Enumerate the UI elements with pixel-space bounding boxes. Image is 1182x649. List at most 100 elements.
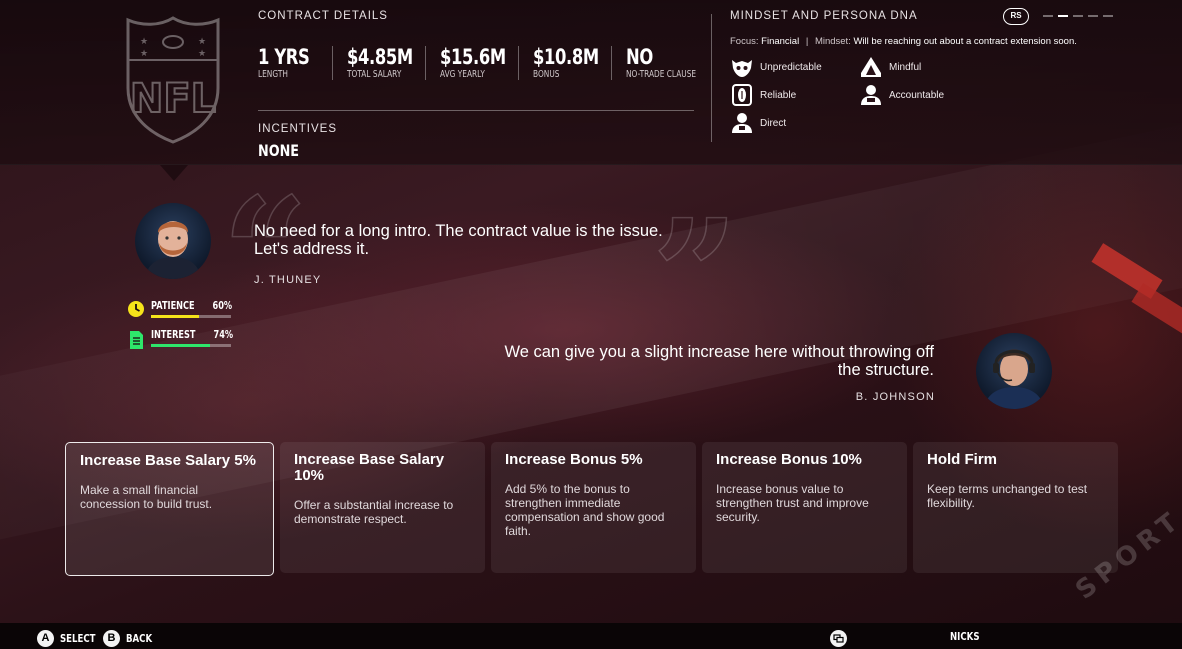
patience-fill	[151, 315, 199, 318]
trait-accountable: Accountable	[859, 83, 944, 107]
panel-notch	[160, 165, 188, 181]
mask-icon	[732, 60, 752, 77]
select-hint[interactable]: A SELECT	[37, 630, 106, 647]
nfl-shield-logo: NFL ★ ★ ★ ★	[126, 16, 220, 144]
trait-label: Mindful	[889, 61, 922, 73]
trait-label: Reliable	[760, 89, 797, 101]
mindset-persona: MINDSET AND PERSONA DNA RS Focus: Financ…	[730, 8, 1150, 145]
page-dash-active	[1058, 15, 1068, 17]
trait-direct: Direct	[730, 111, 786, 135]
separator: |	[805, 36, 809, 47]
stat-value: 1 YRS	[258, 45, 310, 69]
divider	[711, 14, 712, 142]
stat-label: BONUS	[533, 69, 560, 80]
focus-value: Financial	[761, 36, 800, 47]
trait-label: Direct	[760, 117, 787, 129]
persona-traits: Unpredictable Mindful Reliable Accountab…	[730, 55, 1150, 145]
stat-total-salary: $4.85M TOTAL SALARY	[332, 46, 425, 80]
stat-label: LENGTH	[258, 69, 288, 80]
coach-portrait	[984, 349, 1044, 409]
interest-value: 74%	[213, 329, 234, 341]
clock-icon	[128, 301, 144, 317]
option-hold-firm[interactable]: Hold Firm Keep terms unchanged to test f…	[913, 442, 1118, 573]
stat-length: 1 YRS LENGTH	[258, 46, 332, 80]
svg-text:★: ★	[198, 48, 206, 58]
trait-label: Accountable	[889, 89, 945, 101]
b-button-icon: B	[103, 630, 120, 647]
mindset-value: Will be reaching out about a contract ex…	[853, 36, 1077, 47]
person-icon	[732, 113, 752, 133]
stat-value: $10.8M	[533, 45, 599, 69]
option-increase-base-salary-10[interactable]: Increase Base Salary 10% Offer a substan…	[280, 442, 485, 573]
incentives-title: INCENTIVES	[258, 123, 338, 135]
stat-value: $4.85M	[347, 45, 413, 69]
interest-meter: INTEREST 74%	[127, 329, 234, 349]
option-title: Increase Bonus 5%	[505, 451, 643, 468]
stat-value: NO	[626, 45, 653, 69]
trait-label: Unpredictable	[760, 61, 822, 73]
patience-label: PATIENCE	[151, 300, 195, 312]
trait-reliable: Reliable	[730, 83, 796, 107]
option-title: Increase Base Salary 5%	[80, 452, 256, 469]
person-icon	[861, 85, 881, 105]
football-icon	[732, 84, 752, 106]
option-desc: Increase bonus value to strengthen trust…	[716, 482, 869, 524]
page-dash	[1073, 15, 1083, 17]
team-hint: NICKS	[950, 630, 988, 643]
option-increase-bonus-5[interactable]: Increase Bonus 5% Add 5% to the bonus to…	[491, 442, 696, 573]
option-title: Increase Bonus 10%	[716, 451, 862, 468]
footer-bar: A SELECT B BACK NICKS	[0, 623, 1182, 649]
back-hint[interactable]: B BACK	[103, 630, 160, 647]
option-increase-base-salary-5[interactable]: Increase Base Salary 5% Make a small fin…	[65, 442, 274, 576]
select-label: SELECT	[60, 632, 96, 645]
page-dash	[1043, 15, 1053, 17]
option-desc: Make a small financial concession to bui…	[80, 483, 213, 511]
page-dash	[1103, 15, 1113, 17]
svg-text:★: ★	[140, 48, 148, 58]
contract-details: CONTRACT DETAILS 1 YRS LENGTH $4.85M TOT…	[258, 10, 696, 160]
a-button-icon: A	[37, 630, 54, 647]
back-label: BACK	[126, 632, 153, 645]
stat-no-trade: NO NO-TRADE CLAUSE	[611, 45, 696, 80]
focus-mindset-line: Focus: Financial | Mindset: Will be reac…	[730, 36, 1150, 47]
patience-meter: PATIENCE 60%	[127, 300, 233, 318]
option-desc: Offer a substantial increase to demonstr…	[294, 498, 454, 526]
player-quote: No need for a long intro. The contract v…	[254, 222, 663, 258]
stat-label: AVG YEARLY	[440, 69, 485, 80]
coach-avatar	[976, 333, 1052, 409]
player-name: J. THUNEY	[254, 274, 322, 286]
contract-stats: 1 YRS LENGTH $4.85M TOTAL SALARY $15.6M …	[258, 45, 696, 90]
incentives-value: NONE	[258, 141, 300, 160]
trait-unpredictable: Unpredictable	[730, 55, 822, 79]
focus-label: Focus:	[730, 36, 759, 47]
page-dash	[1088, 15, 1098, 17]
option-desc: Add 5% to the bonus to strengthen immedi…	[505, 482, 665, 538]
document-icon	[130, 331, 143, 349]
page-indicator	[1043, 15, 1113, 17]
interest-label: INTEREST	[151, 329, 196, 341]
interest-fill	[151, 344, 211, 347]
stat-value: $15.6M	[440, 45, 506, 69]
player-avatar	[135, 203, 211, 279]
option-title: Increase Base Salary 10%	[294, 451, 445, 484]
rs-button-icon[interactable]: RS	[1003, 8, 1029, 25]
tent-icon	[861, 57, 881, 77]
player-portrait	[145, 221, 201, 279]
patience-value: 60%	[212, 300, 233, 312]
coach-name: B. JOHNSON	[855, 391, 935, 403]
view-hint[interactable]	[830, 630, 847, 647]
stat-label: TOTAL SALARY	[347, 69, 402, 80]
svg-text:★: ★	[140, 36, 148, 46]
stat-bonus: $10.8M BONUS	[518, 46, 611, 80]
negotiation-options: Increase Base Salary 5% Make a small fin…	[65, 442, 1118, 576]
contract-title: CONTRACT DETAILS	[258, 10, 388, 22]
team-label: NICKS	[950, 630, 980, 643]
option-increase-bonus-10[interactable]: Increase Bonus 10% Increase bonus value …	[702, 442, 907, 573]
stat-avg-yearly: $15.6M AVG YEARLY	[425, 46, 518, 80]
divider	[258, 110, 694, 111]
view-button-icon	[830, 630, 847, 647]
mindset-label: Mindset:	[814, 36, 851, 47]
top-panel: NFL ★ ★ ★ ★ CONTRACT DETAILS 1 YRS LENGT…	[0, 0, 1182, 165]
interest-track	[151, 344, 231, 347]
option-title: Hold Firm	[927, 451, 997, 468]
